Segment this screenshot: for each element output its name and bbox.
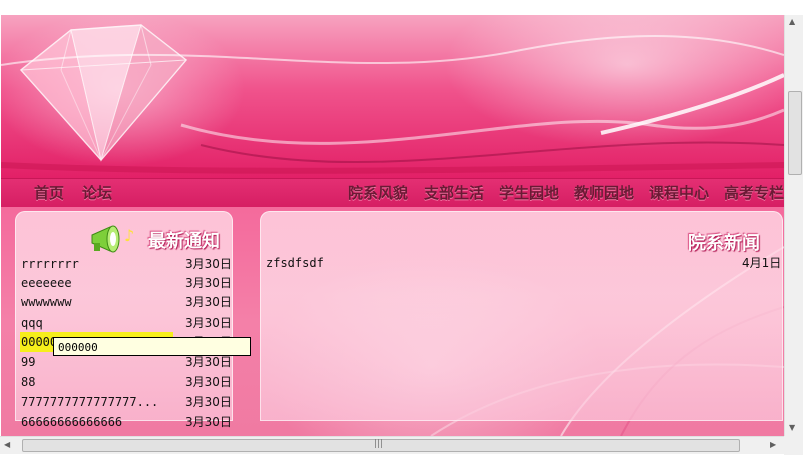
news-date: 4月1日 [742, 256, 782, 270]
nav-gaokao-column[interactable]: 高考专栏 [724, 182, 784, 203]
notice-title[interactable]: 99 [21, 352, 35, 372]
notice-title[interactable]: rrrrrrrr [21, 254, 79, 274]
notice-row[interactable]: qqq 3月30日 [21, 313, 233, 333]
notice-title[interactable]: 88 [21, 372, 35, 392]
scroll-grip-icon: ||| [374, 439, 384, 449]
nav-course-center[interactable]: 课程中心 [649, 182, 709, 203]
banner-graphic [1, 24, 784, 174]
nav-teacher-garden[interactable]: 教师园地 [574, 182, 634, 203]
notice-title[interactable]: eeeeeee [21, 273, 72, 293]
notice-date: 3月30日 [185, 375, 232, 389]
nav-student-garden[interactable]: 学生园地 [499, 182, 559, 203]
diamond-icon [19, 24, 188, 162]
notice-row[interactable]: 66666666666666 3月30日 [21, 412, 233, 432]
scrollbar-corner [784, 436, 803, 455]
horizontal-scrollbar[interactable]: ◀ ||| ▶ [0, 436, 784, 454]
horizontal-scroll-thumb[interactable]: ||| [22, 439, 740, 452]
tooltip: 000000 [53, 337, 251, 356]
notice-date: 3月30日 [185, 276, 232, 290]
svg-text:♪: ♪ [124, 226, 134, 245]
notice-row[interactable]: rrrrrrrr 3月30日 [21, 254, 233, 274]
notices-title: 最新通知 [148, 231, 220, 252]
nav-forum[interactable]: 论坛 [82, 182, 112, 203]
scroll-down-arrow-icon[interactable]: ▼ [789, 423, 795, 432]
notice-row[interactable]: 88 3月30日 [21, 372, 233, 392]
notice-row[interactable]: eeeeeee 3月30日 [21, 273, 233, 293]
scroll-left-arrow-icon[interactable]: ◀ [4, 440, 10, 449]
notice-date: 3月30日 [185, 257, 232, 271]
notice-date: 3月30日 [185, 316, 232, 330]
vertical-scroll-thumb[interactable] [788, 91, 802, 175]
news-title-link[interactable]: zfsdfsdf [266, 253, 324, 273]
notice-title[interactable]: qqq [21, 313, 43, 333]
notice-title[interactable]: 66666666666666 [21, 412, 122, 432]
megaphone-icon: ♪ [91, 225, 134, 253]
notice-date: 3月30日 [185, 415, 232, 429]
vertical-scrollbar[interactable]: ▲ ▼ [784, 15, 803, 436]
nav-home[interactable]: 首页 [34, 182, 64, 203]
notice-date: 3月30日 [185, 395, 232, 409]
news-row[interactable]: zfsdfsdf 4月1日 [266, 253, 782, 273]
news-title: 院系新闻 [688, 233, 760, 254]
top-nav-bar: 首页 论坛 院系风貌 支部生活 学生园地 教师园地 课程中心 高考专栏 [1, 178, 784, 208]
nav-branch-life[interactable]: 支部生活 [424, 182, 484, 203]
notice-date: 3月30日 [185, 295, 232, 309]
scroll-up-arrow-icon[interactable]: ▲ [789, 17, 795, 26]
notice-row[interactable]: wwwwwww 3月30日 [21, 292, 233, 312]
notice-row[interactable]: 7777777777777777... 3月30日 [21, 392, 233, 412]
scroll-right-arrow-icon[interactable]: ▶ [770, 440, 776, 449]
notice-title[interactable]: 7777777777777777... [21, 392, 158, 412]
header-banner [1, 15, 784, 180]
notice-title[interactable]: wwwwwww [21, 292, 72, 312]
nav-department-style[interactable]: 院系风貌 [348, 182, 408, 203]
